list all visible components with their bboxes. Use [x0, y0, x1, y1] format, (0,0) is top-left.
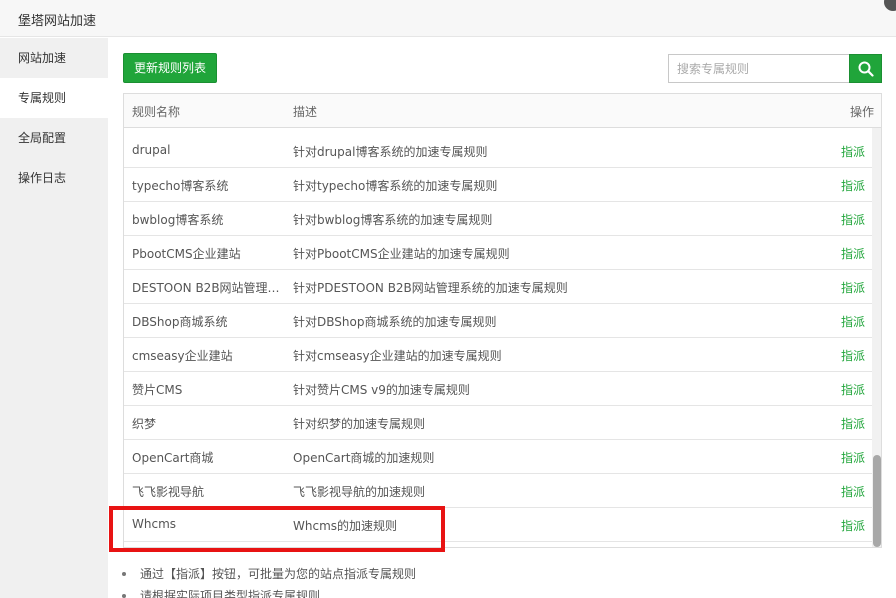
- assign-link[interactable]: 指派: [841, 177, 865, 194]
- table-row: 织梦 针对织梦的加速专属规则 指派: [124, 406, 872, 440]
- table-row: DBShop商城系统 针对DBShop商城系统的加速专属规则 指派: [124, 304, 872, 338]
- rule-name: 飞飞影视导航: [132, 485, 205, 499]
- refresh-rules-button[interactable]: 更新规则列表: [123, 53, 217, 83]
- sidebar-item-operation-log[interactable]: 操作日志: [0, 158, 108, 198]
- search-icon: [858, 61, 874, 77]
- table-header: 规则名称 描述 操作: [124, 94, 881, 128]
- rule-name: drupal: [132, 143, 171, 157]
- assign-link[interactable]: 指派: [841, 381, 865, 398]
- rule-desc: 飞飞影视导航的加速规则: [293, 485, 426, 499]
- scrollbar-thumb[interactable]: [873, 455, 881, 547]
- table-row: bwblog博客系统 针对bwblog博客系统的加速专属规则 指派: [124, 202, 872, 236]
- tip-item: 通过【指派】按钮，可批量为您的站点指派专属规则: [122, 566, 416, 588]
- rule-name: typecho博客系统: [132, 179, 229, 193]
- assign-link[interactable]: 指派: [841, 279, 865, 296]
- search-button[interactable]: [849, 54, 882, 83]
- search-input[interactable]: [668, 54, 849, 83]
- rule-name: cmseasy企业建站: [132, 349, 233, 363]
- rule-desc: 针对DBShop商城系统的加速专属规则: [293, 315, 497, 329]
- table-row: OpenCart商城 OpenCart商城的加速规则 指派: [124, 440, 872, 474]
- table-row: typecho博客系统 针对typecho博客系统的加速专属规则 指派: [124, 168, 872, 202]
- table-scrollbar[interactable]: [872, 128, 881, 547]
- rules-table: 规则名称 描述 操作 drupal 针对drupal博客系统的加速专属规则 指派…: [123, 93, 882, 548]
- rule-desc: OpenCart商城的加速规则: [293, 451, 435, 465]
- rule-name: DBShop商城系统: [132, 315, 228, 329]
- tips-list: 通过【指派】按钮，可批量为您的站点指派专属规则 请根据实际项目类型指派专属规则: [122, 566, 416, 598]
- rule-name: DESTOON B2B网站管理…: [132, 281, 280, 295]
- rule-desc: 针对PDESTOON B2B网站管理系统的加速专属规则: [293, 281, 568, 295]
- table-row: cmseasy企业建站 针对cmseasy企业建站的加速专属规则 指派: [124, 338, 872, 372]
- rule-name: OpenCart商城: [132, 451, 214, 465]
- column-header-name: 规则名称: [132, 105, 181, 119]
- rule-desc: 针对typecho博客系统的加速专属规则: [293, 179, 498, 193]
- sidebar-item-global-config[interactable]: 全局配置: [0, 118, 108, 158]
- assign-link[interactable]: 指派: [841, 517, 865, 534]
- assign-link[interactable]: 指派: [841, 415, 865, 432]
- rule-desc: 针对drupal博客系统的加速专属规则: [293, 145, 488, 159]
- table-row: drupal 针对drupal博客系统的加速专属规则 指派: [124, 134, 872, 168]
- rule-desc: 针对bwblog博客系统的加速专属规则: [293, 213, 493, 227]
- table-row: PbootCMS企业建站 针对PbootCMS企业建站的加速专属规则 指派: [124, 236, 872, 270]
- assign-link[interactable]: 指派: [841, 483, 865, 500]
- tip-item: 请根据实际项目类型指派专属规则: [122, 588, 416, 598]
- assign-link[interactable]: 指派: [841, 211, 865, 228]
- column-header-action: 操作: [849, 105, 874, 119]
- highlight-box: [109, 506, 445, 552]
- sidebar: 网站加速 专属规则 全局配置 操作日志: [0, 38, 108, 598]
- window-titlebar: 堡塔网站加速: [0, 0, 896, 37]
- sidebar-item-exclusive-rules[interactable]: 专属规则: [0, 78, 108, 118]
- rule-name: 赞片CMS: [132, 383, 183, 397]
- table-row: 飞飞影视导航 飞飞影视导航的加速规则 指派: [124, 474, 872, 508]
- assign-link[interactable]: 指派: [841, 347, 865, 364]
- rule-name: 织梦: [132, 417, 157, 431]
- close-icon[interactable]: [884, 0, 896, 11]
- rule-name: bwblog博客系统: [132, 213, 224, 227]
- table-body: drupal 针对drupal博客系统的加速专属规则 指派 typecho博客系…: [124, 128, 872, 547]
- column-header-desc: 描述: [293, 105, 318, 119]
- rule-desc: 针对赞片CMS v9的加速专属规则: [293, 383, 470, 397]
- table-row: 赞片CMS 针对赞片CMS v9的加速专属规则 指派: [124, 372, 872, 406]
- rule-name: PbootCMS企业建站: [132, 247, 241, 261]
- rule-desc: 针对织梦的加速专属规则: [293, 417, 426, 431]
- assign-link[interactable]: 指派: [841, 449, 865, 466]
- assign-link[interactable]: 指派: [841, 313, 865, 330]
- assign-link[interactable]: 指派: [841, 143, 865, 160]
- window-title: 堡塔网站加速: [18, 14, 97, 29]
- rule-desc: 针对cmseasy企业建站的加速专属规则: [293, 349, 502, 363]
- assign-link[interactable]: 指派: [841, 245, 865, 262]
- table-row: DESTOON B2B网站管理… 针对PDESTOON B2B网站管理系统的加速…: [124, 270, 872, 304]
- sidebar-item-site-accel[interactable]: 网站加速: [0, 38, 108, 78]
- search-box: [668, 54, 882, 83]
- rule-desc: 针对PbootCMS企业建站的加速专属规则: [293, 247, 510, 261]
